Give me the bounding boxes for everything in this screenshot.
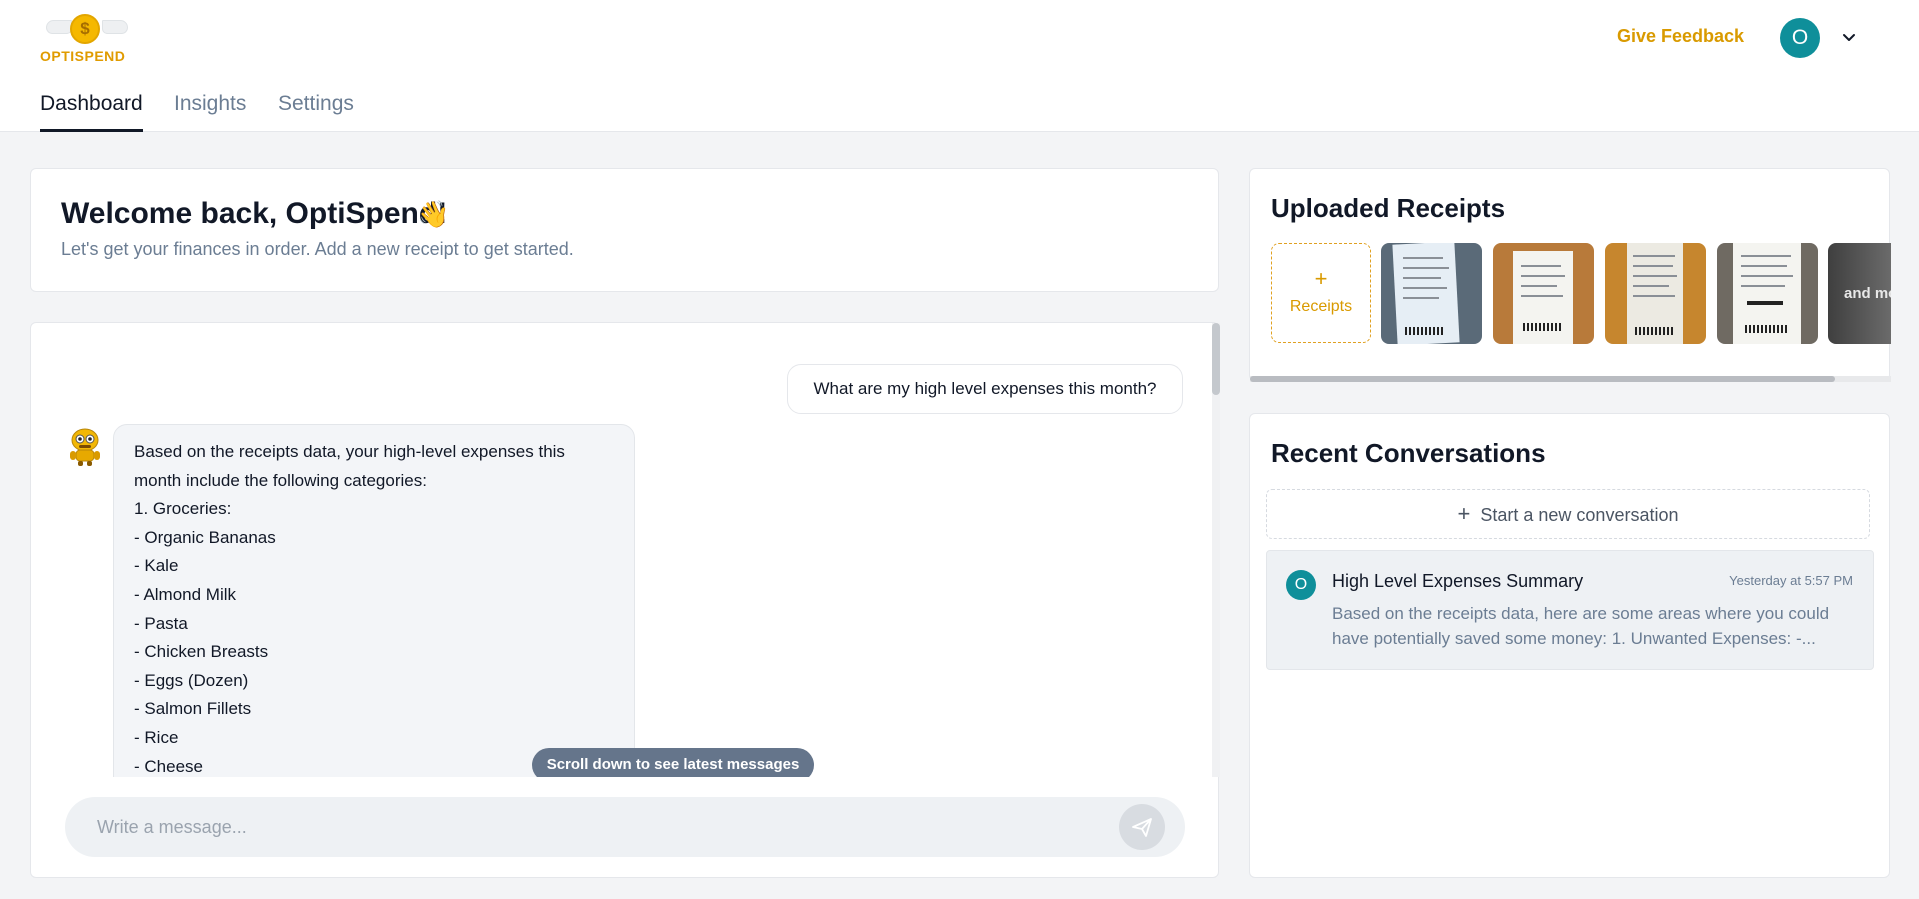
tab-insights[interactable]: Insights [174,92,246,132]
message-line: - Almond Milk [134,584,237,604]
user-avatar[interactable]: O [1780,18,1820,58]
send-button[interactable] [1119,804,1165,850]
message-line: - Kale [134,556,179,576]
receipt-thumbnail[interactable] [1717,243,1818,344]
message-line: 1. Groceries: [134,499,232,519]
chat-panel: What are my high level expenses this mon… [30,322,1220,878]
conversation-snippet: Based on the receipts data, here are som… [1332,604,1830,648]
uploaded-receipts-title: Uploaded Receipts [1271,193,1506,223]
welcome-subtitle: Let's get your finances in order. Add a … [61,239,574,259]
message-composer [65,797,1185,857]
start-new-conversation-button[interactable]: + Start a new conversation [1266,489,1870,539]
receipt-thumbnail[interactable] [1493,243,1594,344]
bot-avatar-icon [70,428,100,466]
logo-wing-left [46,20,72,34]
waving-hand-icon: 👋 [417,199,450,229]
scroll-to-latest-button[interactable]: Scroll down to see latest messages [532,748,814,777]
chevron-down-icon[interactable] [1838,30,1860,46]
message-line: - Salmon Fillets [134,699,252,719]
chat-message-list[interactable]: What are my high level expenses this mon… [31,323,1218,777]
message-line: - Chicken Breasts [134,642,269,662]
message-line: Based on the receipts data, your high-le… [134,442,565,461]
user-message: What are my high level expenses this mon… [787,364,1183,414]
recent-conversations-panel: Recent Conversations + Start a new conver… [1249,413,1890,878]
optispend-logo[interactable]: $ OPTISPEND [40,12,130,66]
message-line: - Pasta [134,613,188,633]
start-new-conversation-label: Start a new conversation [1480,505,1679,525]
welcome-title: Welcome back, OptiSpend! [61,197,448,230]
welcome-card: Welcome back, OptiSpend! 👋 Let's get you… [30,168,1219,292]
message-line: month include the following categories: [134,470,427,490]
conversation-timestamp: Yesterday at 5:57 PM [1729,573,1853,588]
coin-icon: $ [70,14,100,44]
send-icon [1132,818,1152,837]
add-receipt-label: Receipts [1289,298,1353,315]
conversation-item[interactable]: O High Level Expenses Summary Yesterday … [1266,550,1874,670]
add-receipt-button[interactable]: + Receipts [1271,243,1371,343]
assistant-message: Based on the receipts data, your high-le… [113,424,635,777]
conversation-avatar: O [1286,570,1316,600]
uploaded-receipts-panel: Uploaded Receipts + Receipts and m [1249,168,1891,382]
conversation-title: High Level Expenses Summary [1332,571,1584,591]
plus-icon: + [1457,501,1471,526]
more-receipts-thumbnail[interactable]: and more [1828,243,1891,344]
give-feedback-link[interactable]: Give Feedback [1617,26,1744,47]
tab-settings[interactable]: Settings [278,92,354,132]
message-line: - Organic Bananas [134,527,276,547]
brand-name: OPTISPEND [40,48,126,64]
message-input[interactable] [97,797,1077,857]
recent-conversations-title: Recent Conversations [1271,438,1546,468]
chat-scrollbar-thumb[interactable] [1212,323,1220,395]
receipt-thumbnail[interactable] [1381,243,1482,344]
message-line: - Eggs (Dozen) [134,670,249,690]
logo-wing-right [102,20,128,34]
receipt-thumbnail[interactable] [1605,243,1706,344]
top-navigation-bar: $ OPTISPEND Give Feedback O Dashboard In… [0,0,1919,132]
receipts-scrollbar-thumb[interactable] [1250,376,1835,382]
plus-icon: + [1314,266,1328,291]
tab-dashboard[interactable]: Dashboard [40,92,143,132]
